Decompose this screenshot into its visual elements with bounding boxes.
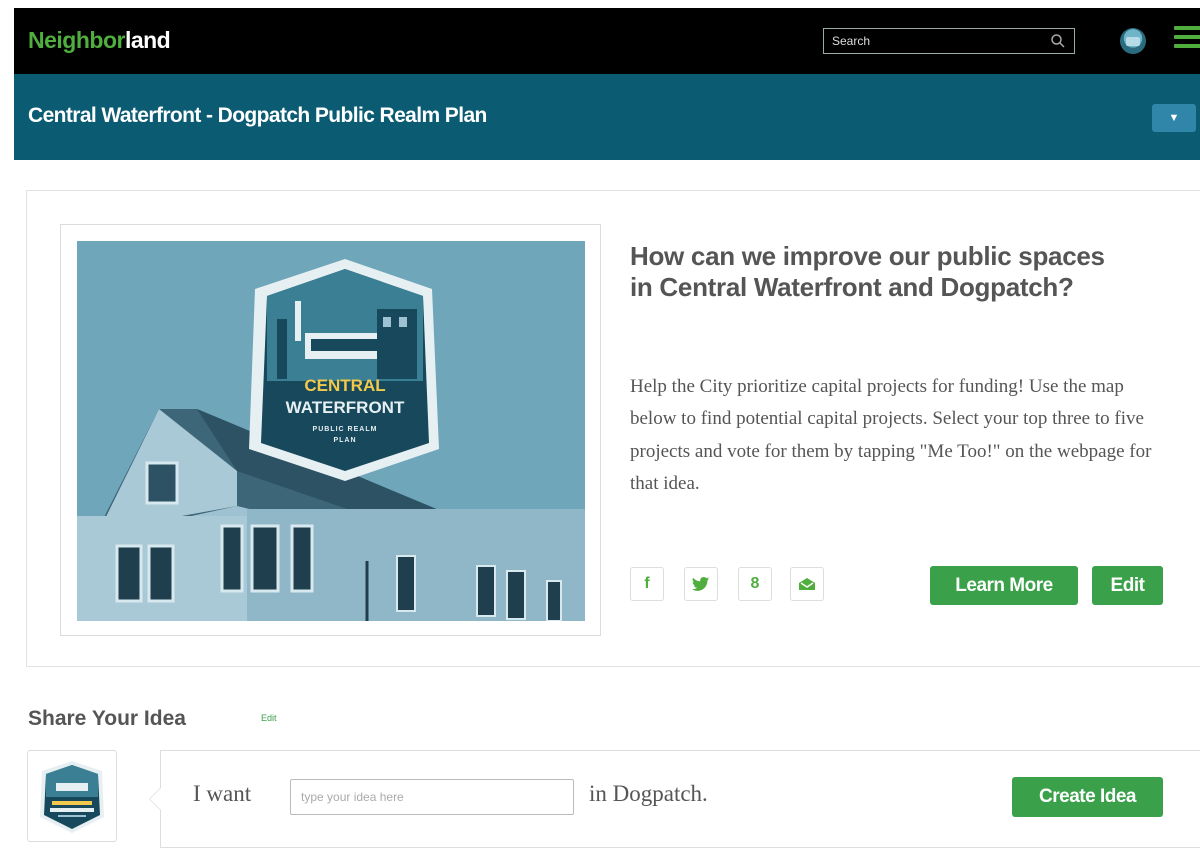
neighborland-logo[interactable]: Neighborland <box>28 27 171 53</box>
envelope-icon <box>799 578 815 590</box>
question-headline: How can we improve our public spaces in … <box>630 241 1105 303</box>
project-badge-icon <box>40 761 104 833</box>
hamburger-menu-icon[interactable] <box>1174 26 1200 54</box>
google-plus-share-button[interactable]: 8 <box>738 567 772 601</box>
idea-composer: I want in Dogpatch. Create Idea <box>149 750 1200 848</box>
google-plus-icon: 8 <box>750 575 760 592</box>
badge-title-line1: CENTRAL <box>304 376 385 395</box>
edit-question-button[interactable]: Edit <box>1092 566 1163 605</box>
facebook-icon: f <box>644 575 650 592</box>
badge-subtitle-line2: PLAN <box>333 437 356 444</box>
search-input[interactable] <box>832 32 1042 50</box>
house-illustration: CENTRAL WATERFRONT PUBLIC REALM PLAN <box>77 241 585 621</box>
top-navigation-bar: Neighborland <box>14 8 1200 74</box>
project-avatar <box>27 750 117 842</box>
search-icon[interactable] <box>1050 33 1066 49</box>
badge-title-line2: WATERFRONT <box>286 398 405 417</box>
idea-input[interactable] <box>290 779 574 815</box>
learn-more-button[interactable]: Learn More <box>930 566 1078 605</box>
share-idea-edit-link[interactable]: Edit <box>261 714 277 723</box>
create-idea-button[interactable]: Create Idea <box>1012 777 1163 817</box>
question-card: CENTRAL WATERFRONT PUBLIC REALM PLAN How… <box>26 190 1200 667</box>
logo-text-land: land <box>124 27 171 53</box>
composer-pointer <box>149 787 161 811</box>
badge-subtitle-line1: PUBLIC REALM <box>313 426 378 433</box>
logo-text-neighbor: Neighbor <box>28 27 125 53</box>
project-title: Central Waterfront - Dogpatch Public Rea… <box>28 104 487 127</box>
share-idea-heading: Share Your Idea <box>28 707 186 730</box>
twitter-share-button[interactable] <box>684 567 718 601</box>
facebook-share-button[interactable]: f <box>630 567 664 601</box>
question-description: Help the City prioritize capital project… <box>630 376 1152 494</box>
hero-image-frame: CENTRAL WATERFRONT PUBLIC REALM PLAN <box>60 224 601 636</box>
project-dropdown-button[interactable]: ▼ <box>1152 104 1196 132</box>
project-header-bar: Central Waterfront - Dogpatch Public Rea… <box>14 74 1200 160</box>
email-share-button[interactable] <box>790 567 824 601</box>
twitter-icon <box>692 577 709 591</box>
search-box <box>823 28 1075 54</box>
user-avatar[interactable] <box>1120 28 1146 54</box>
i-want-label: I want <box>193 781 252 806</box>
hero-image: CENTRAL WATERFRONT PUBLIC REALM PLAN <box>77 241 585 621</box>
location-label: in Dogpatch. <box>589 781 708 806</box>
